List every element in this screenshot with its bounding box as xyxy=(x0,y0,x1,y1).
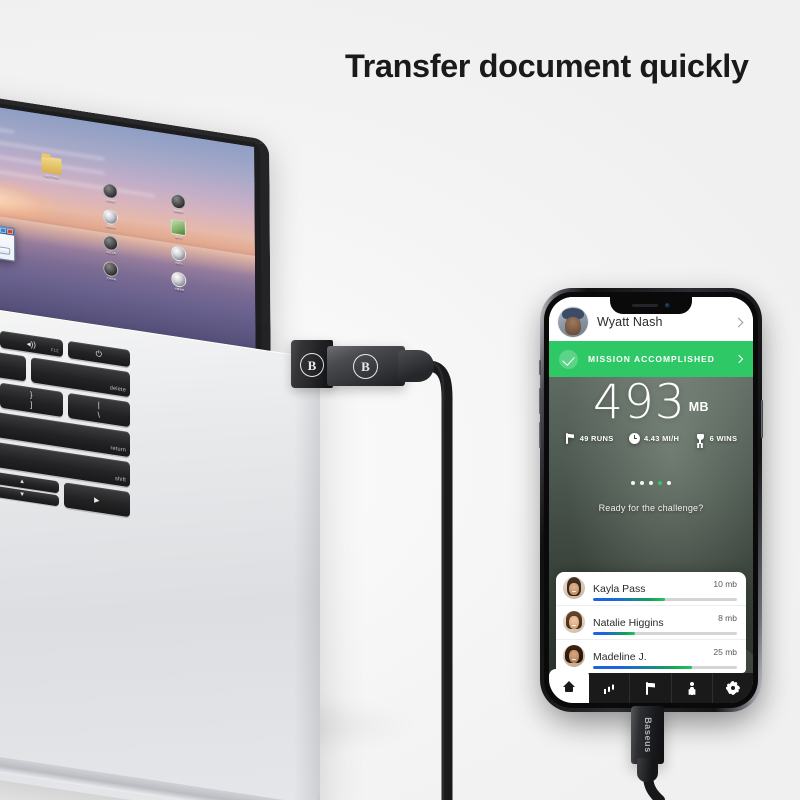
avatar xyxy=(563,611,585,633)
maximize-icon[interactable] xyxy=(0,226,6,233)
page-dot[interactable] xyxy=(631,481,635,485)
smartphone-device: Wyatt Nash MISSION ACCOMPLISHED 493 MB 4… xyxy=(539,288,763,716)
earpiece-speaker xyxy=(632,304,658,307)
volume-up-button[interactable] xyxy=(539,388,541,414)
key-backslash[interactable]: | \ xyxy=(67,392,130,428)
progress-bar xyxy=(593,665,737,669)
mission-banner[interactable]: MISSION ACCOMPLISHED xyxy=(549,341,753,377)
front-camera xyxy=(665,303,670,308)
row-main: Madeline J. xyxy=(593,647,705,665)
phone-screen: Wyatt Nash MISSION ACCOMPLISHED 493 MB 4… xyxy=(549,297,753,703)
transfer-list: Kayla Pass 10 mb Natalie Higgins 8 mb Ma… xyxy=(556,572,746,673)
folder-icon xyxy=(41,155,62,175)
person-icon xyxy=(685,681,698,695)
desktop-shortcut[interactable]: 回收站 xyxy=(148,241,210,270)
transfer-unit: MB xyxy=(688,400,709,414)
table-row[interactable]: Madeline J. 25 mb xyxy=(556,640,746,673)
challenge-caption: Ready for the challenge? xyxy=(598,503,704,513)
page-dot-active[interactable] xyxy=(658,481,662,485)
flag-icon xyxy=(565,433,576,444)
user-name: Wyatt Nash xyxy=(597,315,663,329)
desktop-shortcut[interactable]: 网络共享 xyxy=(80,205,142,234)
key-equals[interactable]: + = xyxy=(0,348,26,382)
file-size: 10 mb xyxy=(713,579,737,589)
file-size: 8 mb xyxy=(718,613,737,623)
page-dot[interactable] xyxy=(640,481,644,485)
avatar xyxy=(563,577,585,599)
volume-down-button[interactable] xyxy=(539,422,541,448)
bar-chart-icon xyxy=(603,682,616,695)
app-icon xyxy=(171,271,187,289)
app-icon xyxy=(103,260,119,279)
transfer-value: 493 xyxy=(593,377,686,430)
tab-goals[interactable] xyxy=(630,673,672,703)
app-icon xyxy=(103,208,119,226)
stats-row: 49 RUNS 4.43 MI/H 6 WINS xyxy=(549,433,753,444)
key-bracket-right[interactable]: } ] xyxy=(0,382,63,418)
silent-switch[interactable] xyxy=(539,360,541,375)
tab-profile[interactable] xyxy=(672,673,713,703)
stat-runs: 49 RUNS xyxy=(565,433,614,444)
phone-notch xyxy=(610,297,692,314)
desktop-shortcut[interactable]: 系统工具 xyxy=(80,231,142,260)
contact-name: Natalie Higgins xyxy=(593,617,664,629)
gear-icon xyxy=(727,682,739,694)
laptop-screen: 计算机文档夹 应用程序 桌面图标 网络共享 图片库 系统工具 回收站 文件传输 … xyxy=(0,69,256,358)
stat-label: 49 RUNS xyxy=(579,434,614,443)
close-icon[interactable] xyxy=(6,228,13,235)
chevron-right-icon xyxy=(733,317,744,327)
page-dot[interactable] xyxy=(667,481,671,485)
stat-speed: 4.43 MI/H xyxy=(628,433,680,444)
avatar[interactable] xyxy=(558,307,588,337)
clock-icon xyxy=(628,433,640,444)
app-icon xyxy=(171,192,187,211)
row-main: Natalie Higgins xyxy=(593,613,710,631)
flag-icon xyxy=(644,681,657,695)
stat-wins: 6 WINS xyxy=(695,433,738,444)
contact-name: Madeline J. xyxy=(593,651,647,663)
stat-label: 6 WINS xyxy=(709,434,738,443)
laptop-device: 计算机文档夹 应用程序 桌面图标 网络共享 图片库 系统工具 回收站 文件传输 … xyxy=(0,59,440,800)
page-dot[interactable] xyxy=(649,481,653,485)
product-marketing-image: Transfer document quickly 计算机文档夹 应用程序 桌面… xyxy=(0,0,800,800)
app-icon xyxy=(103,182,119,200)
table-row[interactable]: Kayla Pass 10 mb xyxy=(556,572,746,606)
dialog-button[interactable] xyxy=(0,239,10,255)
pagination-dots[interactable] xyxy=(549,481,753,485)
home-icon xyxy=(562,680,576,693)
app-icon xyxy=(171,218,187,237)
table-row[interactable]: Natalie Higgins 8 mb xyxy=(556,606,746,640)
progress-bar xyxy=(593,631,737,635)
tab-home[interactable] xyxy=(549,669,590,703)
tab-stats[interactable] xyxy=(589,673,631,703)
power-button[interactable] xyxy=(761,400,763,438)
avatar xyxy=(563,645,585,667)
transfer-total: 493 MB xyxy=(549,379,753,426)
stat-label: 4.43 MI/H xyxy=(643,434,680,443)
check-circle-icon xyxy=(559,349,578,369)
file-size: 25 mb xyxy=(713,647,737,657)
contact-name: Kayla Pass xyxy=(593,583,646,595)
bottom-tab-bar xyxy=(549,669,753,703)
app-icon xyxy=(171,245,187,263)
chevron-right-icon xyxy=(734,354,744,364)
desktop-shortcut-grid: 应用程序 桌面图标 网络共享 图片库 系统工具 回收站 文件传输 设置面板 xyxy=(80,179,211,297)
app-icon xyxy=(103,234,119,252)
tab-settings[interactable] xyxy=(713,673,753,703)
phone-frame: Wyatt Nash MISSION ACCOMPLISHED 493 MB 4… xyxy=(539,288,763,712)
row-main: Kayla Pass xyxy=(593,579,705,597)
phone-body: Wyatt Nash MISSION ACCOMPLISHED 493 MB 4… xyxy=(544,292,758,708)
banner-label: MISSION ACCOMPLISHED xyxy=(588,354,715,364)
trophy-icon xyxy=(695,433,706,444)
desktop-shortcut[interactable]: 图片库 xyxy=(148,215,210,244)
progress-bar xyxy=(593,597,737,601)
